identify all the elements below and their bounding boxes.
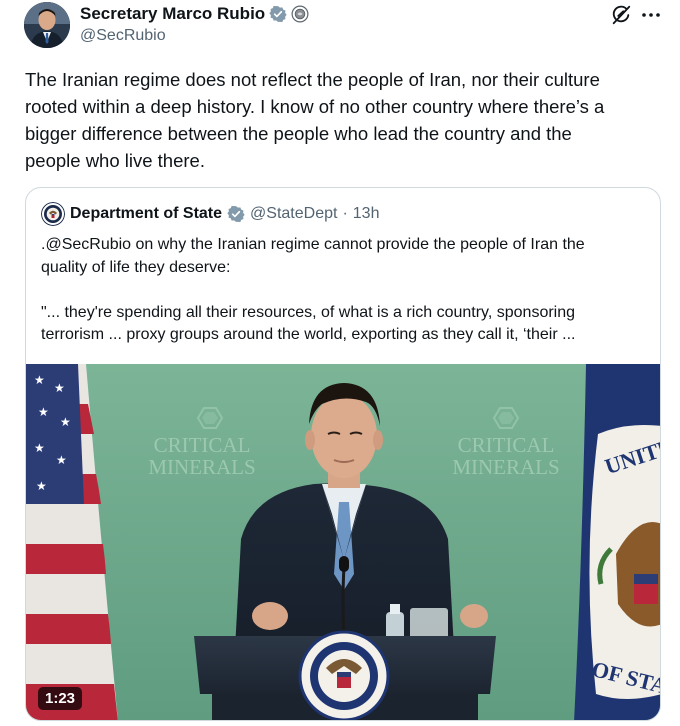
backdrop-text-left: CRITICAL xyxy=(154,433,251,457)
quoted-author-handle[interactable]: @StateDept xyxy=(250,205,337,223)
quoted-timestamp[interactable]: 13h xyxy=(353,205,380,223)
quoted-tweet-header: Department of State @StateDept · 13h xyxy=(41,202,379,226)
svg-text:★: ★ xyxy=(56,453,67,467)
water-bottles xyxy=(386,604,448,640)
author-name[interactable]: Secretary Marco Rubio xyxy=(80,4,265,24)
author-handle[interactable]: @SecRubio xyxy=(80,27,166,45)
backdrop-text-right: CRITICAL xyxy=(458,433,555,457)
podium xyxy=(194,630,496,720)
more-icon[interactable] xyxy=(640,4,662,26)
svg-text:★: ★ xyxy=(60,415,71,429)
author-avatar[interactable] xyxy=(24,2,70,48)
svg-text:★: ★ xyxy=(54,381,65,395)
quoted-tweet[interactable]: Department of State @StateDept · 13h .@S… xyxy=(25,187,661,721)
backdrop-text-right-2: MINERALS xyxy=(452,455,559,479)
separator-dot: · xyxy=(342,205,348,222)
video-duration: 1:23 xyxy=(38,687,83,710)
svg-text:★: ★ xyxy=(34,373,45,387)
quoted-author-name[interactable]: Department of State xyxy=(70,205,222,223)
verified-badge-icon xyxy=(269,5,287,23)
state-department-flag: UNITE OF STA xyxy=(574,364,660,720)
svg-text:★: ★ xyxy=(38,405,49,419)
svg-text:★: ★ xyxy=(34,441,45,455)
quoted-tweet-text: .@SecRubio on why the Iranian regime can… xyxy=(41,236,585,343)
author-name-row: Secretary Marco Rubio xyxy=(80,4,309,24)
tweet-header: Secretary Marco Rubio @SecRubio xyxy=(24,2,664,52)
us-government-seal-icon[interactable] xyxy=(291,5,309,23)
state-department-seal-avatar[interactable] xyxy=(41,202,65,226)
backdrop-text-left-2: MINERALS xyxy=(148,455,255,479)
video-player[interactable]: CRITICAL MINERALS CRITICAL MINERALS ★ ★ … xyxy=(26,364,660,720)
svg-text:★: ★ xyxy=(36,479,47,493)
tweet-text: The Iranian regime does not reflect the … xyxy=(25,69,605,171)
verified-badge-icon xyxy=(227,205,245,223)
grok-icon[interactable] xyxy=(610,4,632,26)
